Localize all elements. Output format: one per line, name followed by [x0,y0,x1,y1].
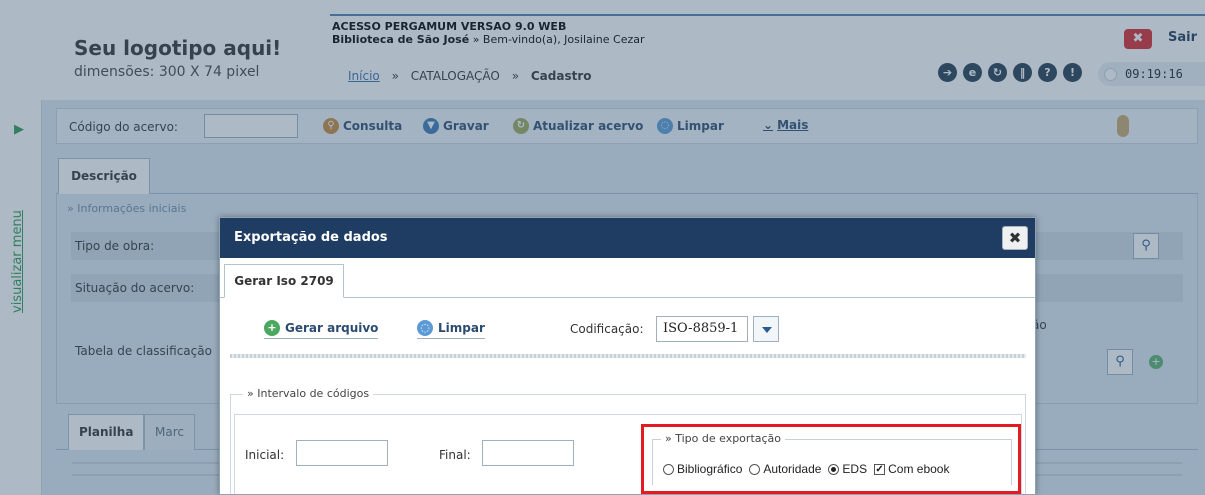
plus-icon: + [264,320,280,336]
dialog-header: Exportação de dados ✖ [220,218,1035,258]
dialog-tabs: Gerar Iso 2709 [220,258,1035,298]
limpar-label: Limpar [438,321,485,335]
radio-bibliografico[interactable] [663,463,674,475]
option-eds-label: EDS [842,462,868,476]
gerar-arquivo-button[interactable]: + Gerar arquivo [264,320,379,339]
radio-autoridade[interactable] [749,463,761,475]
tab-gerar-iso[interactable]: Gerar Iso 2709 [224,264,344,298]
codificacao-label: Codificação: [570,322,644,336]
option-com-ebook-label: Com ebook [888,462,950,476]
final-label: Final: [439,448,471,462]
option-autoridade[interactable]: Autoridade [749,462,821,476]
intervalo-legend: » Intervalo de códigos [243,387,374,400]
option-autoridade-label: Autoridade [763,462,822,476]
radio-eds[interactable] [828,463,840,475]
final-input[interactable] [482,440,574,466]
gerar-arquivo-label: Gerar arquivo [285,321,379,335]
codificacao-select[interactable]: ISO-8859-1 [656,316,748,342]
divider [230,354,1026,358]
inicial-input[interactable] [296,440,388,466]
tipo-exportacao-legend: » Tipo de exportação [661,432,786,445]
dialog-actions: + Gerar arquivo ◌ Limpar Codificação: IS… [220,298,1035,358]
checkbox-com-ebook[interactable]: ✓ [874,463,886,475]
tipo-exportacao-fieldset: » Tipo de exportação Bibliográfico Autor… [652,432,1012,485]
inicial-label: Inicial: [245,448,285,462]
export-type-options: Bibliográfico Autoridade EDS ✓ Com ebook [663,462,956,476]
option-eds[interactable]: EDS [828,462,867,476]
option-bibliografico-label: Bibliográfico [677,462,743,476]
option-bibliografico[interactable]: Bibliográfico [663,462,742,476]
export-dialog: Exportação de dados ✖ Gerar Iso 2709 + G… [219,217,1036,495]
close-icon[interactable]: ✖ [1002,226,1028,250]
tipo-exportacao-highlight: » Tipo de exportação Bibliográfico Autor… [641,424,1021,494]
clear-icon: ◌ [417,320,433,336]
option-com-ebook[interactable]: ✓ Com ebook [874,462,949,476]
limpar-button[interactable]: ◌ Limpar [417,320,485,339]
chevron-down-icon[interactable] [753,316,779,342]
dialog-title: Exportação de dados [234,230,388,245]
